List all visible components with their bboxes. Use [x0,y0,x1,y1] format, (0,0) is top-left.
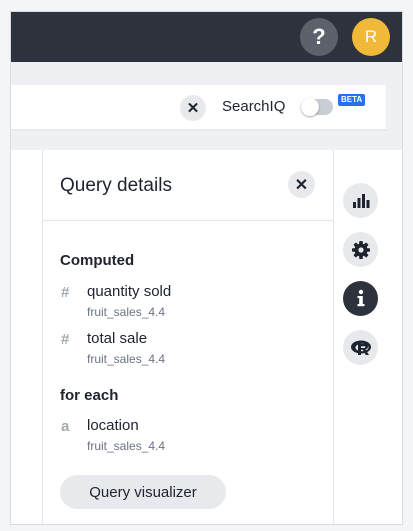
number-type-icon: # [61,284,70,301]
number-type-icon: # [61,331,70,348]
panel-title: Query details [60,175,172,196]
avatar-initial: R [364,27,378,46]
toggle-knob [301,98,319,116]
help-button[interactable]: ? [300,18,338,56]
for-each-heading: for each [60,387,119,404]
info-icon [357,289,364,306]
column-source: fruit_sales_4.4 [87,305,166,319]
r-analysis-button[interactable] [343,330,378,365]
app-window: ? R ✕ SearchIQ BETA Query details ✕ Comp… [11,12,402,524]
bar-chart-icon [352,193,369,208]
help-icon: ? [312,24,326,49]
text-type-icon: a [61,418,70,435]
computed-heading: Computed [60,252,135,269]
column-name: quantity sold [87,283,172,300]
column-source: fruit_sales_4.4 [87,352,166,366]
close-icon: ✕ [186,100,200,117]
column-name: total sale [87,330,148,347]
close-panel-button[interactable]: ✕ [288,171,315,198]
close-icon: ✕ [294,176,309,194]
gear-icon [351,240,370,259]
panel-divider [42,150,43,524]
column-source: fruit_sales_4.4 [87,439,166,453]
search-bar: ✕ SearchIQ BETA [11,85,386,129]
right-rail [333,150,402,524]
chart-button[interactable] [343,183,378,218]
user-avatar[interactable]: R [352,18,390,56]
query-visualizer-button[interactable]: Query visualizer [60,475,226,509]
query-details-panel: Query details ✕ Computed # quantity sold… [11,150,333,524]
searchiq-label: SearchIQ [222,98,286,115]
settings-button[interactable] [343,232,378,267]
searchiq-toggle[interactable] [301,98,333,116]
column-name: location [87,417,139,434]
r-logo-icon [350,340,371,355]
top-navigation-bar: ? R [11,12,402,62]
beta-badge: BETA [338,94,366,106]
clear-search-button[interactable]: ✕ [180,95,206,121]
info-button[interactable] [343,281,378,316]
header-divider [43,220,333,221]
